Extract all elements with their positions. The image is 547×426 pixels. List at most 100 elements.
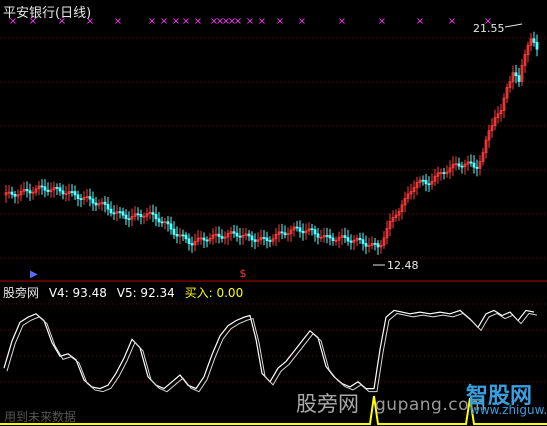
candle-down (184, 234, 188, 240)
candle-down (283, 232, 287, 236)
x-marker: × (416, 16, 424, 27)
candle-down (91, 198, 95, 204)
candle-down (301, 230, 305, 234)
candle-down (328, 235, 332, 239)
candle-down (364, 243, 368, 247)
x-marker: × (258, 16, 266, 27)
high-price-label: 21.55 (473, 22, 505, 35)
v4-line (3, 309, 535, 390)
candle-down (250, 235, 254, 241)
candle-down (373, 243, 377, 245)
candle-down (157, 218, 161, 223)
candle-down (514, 72, 518, 77)
candle-down (46, 189, 50, 193)
candle-down (127, 218, 131, 221)
candle-down (220, 236, 224, 239)
candle-down (61, 190, 65, 195)
watermark-logo-url: www.zhiguw.com (470, 403, 547, 417)
high-pointer (504, 23, 523, 28)
candle-down (280, 231, 284, 234)
candle-down (25, 188, 29, 192)
candle-down (79, 198, 83, 201)
x-marker: × (298, 16, 306, 27)
candle-down (103, 201, 107, 205)
candle-down (121, 211, 125, 216)
x-marker: × (448, 16, 456, 27)
candle-down (457, 163, 461, 167)
candle-down (139, 214, 143, 217)
candle-down (262, 237, 266, 239)
watermark-text: 股旁网 (296, 392, 359, 416)
candle-down (358, 237, 362, 241)
candle-down (460, 165, 464, 168)
x-marker: × (338, 16, 346, 27)
candle-down (160, 221, 164, 224)
candle-down (238, 235, 242, 238)
candle-down (181, 234, 185, 237)
candle-down (73, 191, 77, 196)
candle-down (346, 237, 350, 242)
candle-down (295, 226, 299, 229)
x-marker: × (160, 16, 168, 27)
x-marker: × (114, 16, 122, 27)
candle-down (469, 161, 473, 164)
candle-down (154, 214, 158, 220)
dollar-marker: $ (240, 267, 247, 280)
candle-down (169, 223, 173, 230)
grid-lines (0, 37, 547, 383)
candle-down (472, 162, 476, 168)
candle-down (217, 233, 221, 237)
candle-down (343, 235, 347, 238)
indicator-buy: 买入: 0.00 (184, 286, 244, 300)
candle-down (166, 221, 170, 225)
chart-title: 平安银行(日线) (3, 6, 92, 21)
candle-down (40, 185, 44, 188)
x-marker: × (234, 16, 242, 27)
candle-down (268, 240, 272, 242)
candle-down (331, 237, 335, 241)
candle-down (118, 211, 122, 214)
candle-down (13, 194, 17, 197)
candlesticks (4, 31, 539, 255)
candle-down (313, 229, 317, 235)
candle-down (427, 183, 431, 186)
x-marker: × (148, 16, 156, 27)
candle-down (517, 75, 521, 82)
candle-down (88, 196, 92, 200)
watermark-dim-text: 用到未来数据 (4, 410, 77, 424)
candle-down (10, 191, 14, 195)
candle-down (247, 233, 251, 237)
candle-down (424, 180, 428, 185)
candle-down (76, 194, 80, 200)
candle-down (310, 228, 314, 231)
x-marker: × (246, 16, 254, 27)
candle-down (28, 190, 32, 194)
candle-down (172, 228, 176, 235)
candle-down (361, 239, 365, 244)
x-marker: × (276, 16, 284, 27)
candle-down (70, 191, 74, 193)
candle-down (112, 212, 116, 215)
x-marker: × (182, 16, 190, 27)
indicator-v4: V4: 93.48 (48, 286, 107, 300)
indicator-legend: 股旁网 V4: 93.48 V5: 92.34 买入: 0.00 (3, 284, 249, 301)
candle-down (175, 233, 179, 237)
chart-canvas[interactable]: × × × × × × × × × × ××××× × × × × × × × × ×▶ $ (0, 0, 547, 426)
candle-down (124, 214, 128, 220)
indicator-v5: V5: 92.34 (116, 286, 175, 300)
arrow-marker: ▶ (30, 269, 38, 280)
candle-down (94, 202, 98, 206)
candle-down (151, 212, 155, 215)
candle-down (190, 243, 194, 246)
v5-line (6, 312, 538, 393)
candle-down (376, 243, 380, 248)
candle-down (109, 208, 113, 214)
candle-down (421, 179, 425, 182)
kline-chart-window: × × × × × × × × × × × × × × × × × × × × × × × × ▶ $ 平安银行(日线) 21.5… (0, 0, 547, 426)
signal-markers: × × × × × × × × × × ××××× × × × × × × × × ×▶ $ (9, 16, 492, 280)
candle-down (298, 227, 302, 232)
x-marker: × (194, 16, 202, 27)
candle-down (205, 239, 209, 242)
candle-down (235, 232, 239, 237)
candle-down (325, 235, 329, 237)
